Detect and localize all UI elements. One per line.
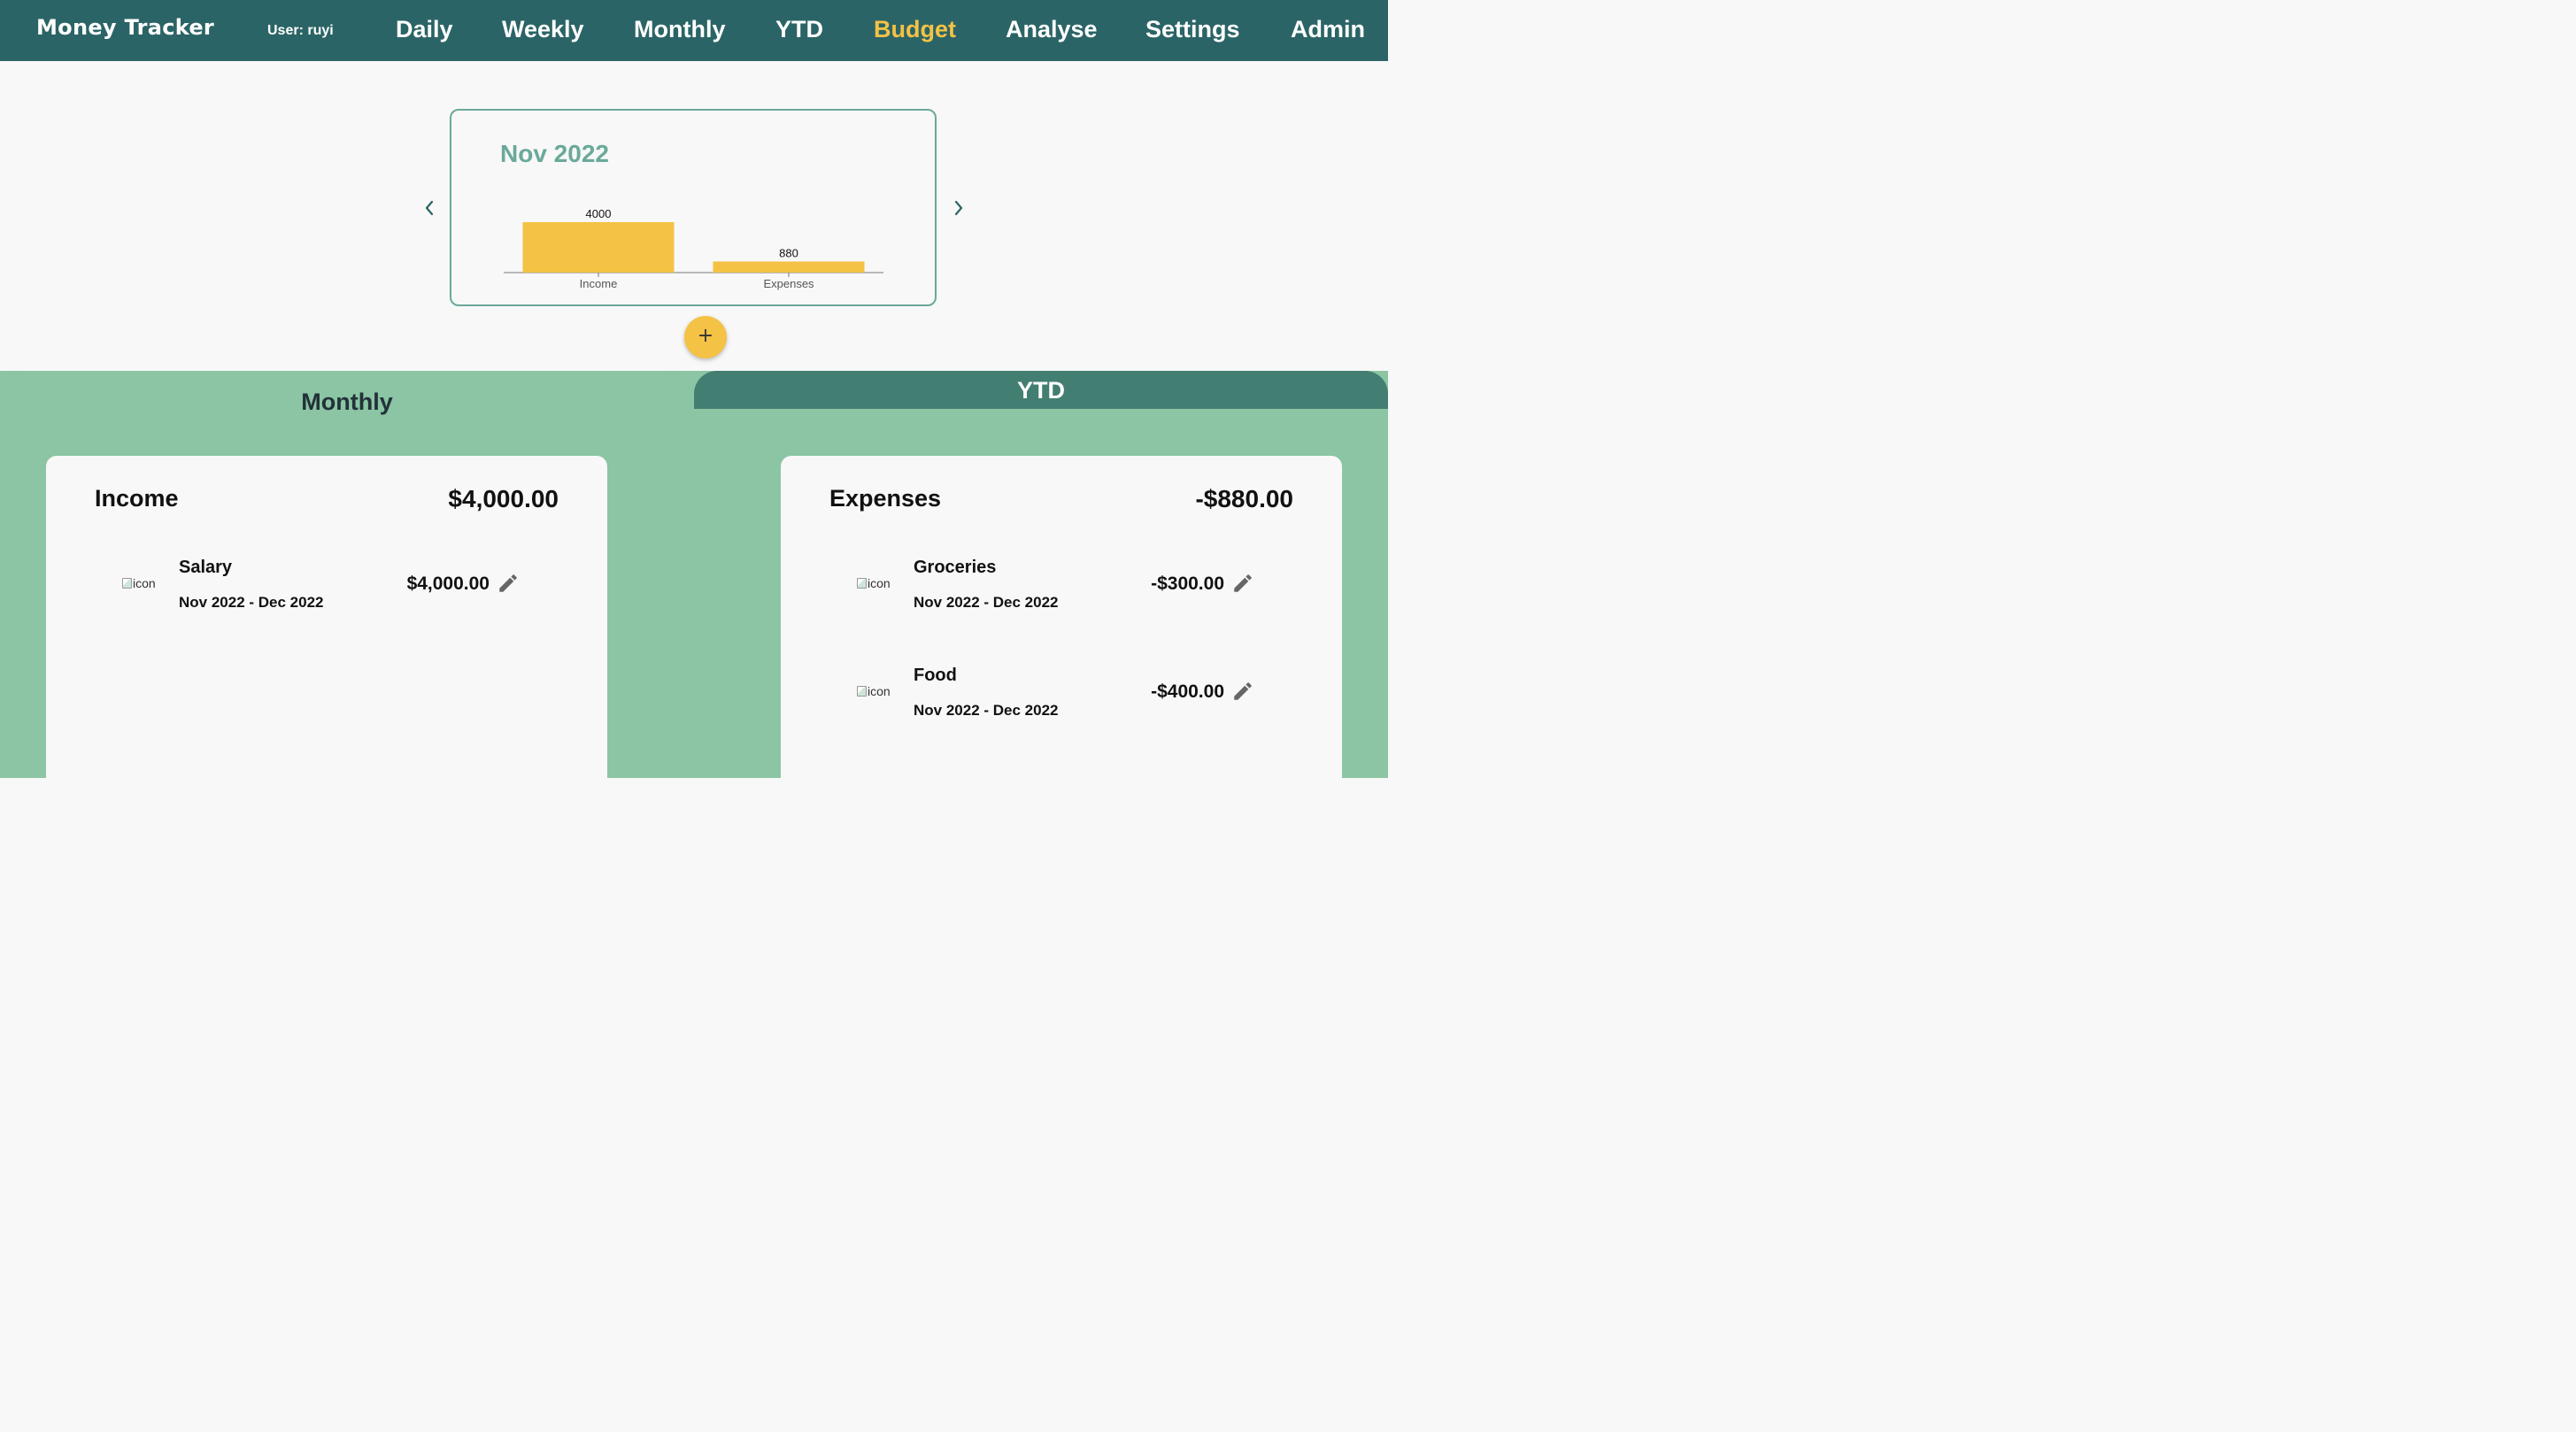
item-name: Groceries xyxy=(914,558,997,577)
income-total: $4,000.00 xyxy=(448,485,559,512)
category-icon: icon xyxy=(857,576,891,590)
bar-data-label: 880 xyxy=(779,246,798,259)
bar-income xyxy=(522,222,675,273)
tab-monthly[interactable]: Monthly xyxy=(0,371,694,424)
item-name: Salary xyxy=(179,558,233,577)
x-tick-label: Expenses xyxy=(763,277,814,290)
income-title: Income xyxy=(95,485,179,512)
item-name: Food xyxy=(914,666,957,685)
item-period: Nov 2022 - Dec 2022 xyxy=(179,594,324,611)
tab-ytd-label: YTD xyxy=(1017,377,1065,404)
list-item[interactable]: icon Groceries Nov 2022 - Dec 2022 -$300… xyxy=(781,550,1342,621)
item-period: Nov 2022 - Dec 2022 xyxy=(914,702,1059,719)
item-amount: -$300.00 xyxy=(1151,574,1224,594)
item-period: Nov 2022 - Dec 2022 xyxy=(914,594,1059,611)
item-amount: $4,000.00 xyxy=(406,574,490,594)
expenses-title: Expenses xyxy=(829,485,942,512)
list-item[interactable]: icon Food Nov 2022 - Dec 2022 -$400.00 xyxy=(781,658,1342,729)
edit-pencil-icon[interactable] xyxy=(1231,680,1254,703)
expenses-total: -$880.00 xyxy=(1195,485,1293,512)
category-icon: icon xyxy=(857,684,891,698)
edit-pencil-icon[interactable] xyxy=(1231,572,1254,595)
bar-data-label: 4000 xyxy=(586,207,612,220)
income-card: Income $4,000.00 icon Salary Nov 2022 - … xyxy=(46,456,607,792)
bar-chart: 4000 Income 880 Expenses xyxy=(504,207,883,290)
tab-monthly-label: Monthly xyxy=(301,389,393,415)
list-item[interactable]: icon Salary Nov 2022 - Dec 2022 $4,000.0… xyxy=(46,550,607,621)
item-amount: -$400.00 xyxy=(1151,681,1224,702)
edit-pencil-icon[interactable] xyxy=(497,572,520,595)
bar-expenses xyxy=(713,261,865,273)
tab-ytd[interactable]: YTD xyxy=(694,371,1388,409)
category-icon: icon xyxy=(122,576,156,590)
add-button[interactable]: + xyxy=(684,316,727,358)
expenses-card: Expenses -$880.00 icon Groceries Nov 202… xyxy=(781,456,1342,792)
x-tick-label: Income xyxy=(580,277,618,290)
